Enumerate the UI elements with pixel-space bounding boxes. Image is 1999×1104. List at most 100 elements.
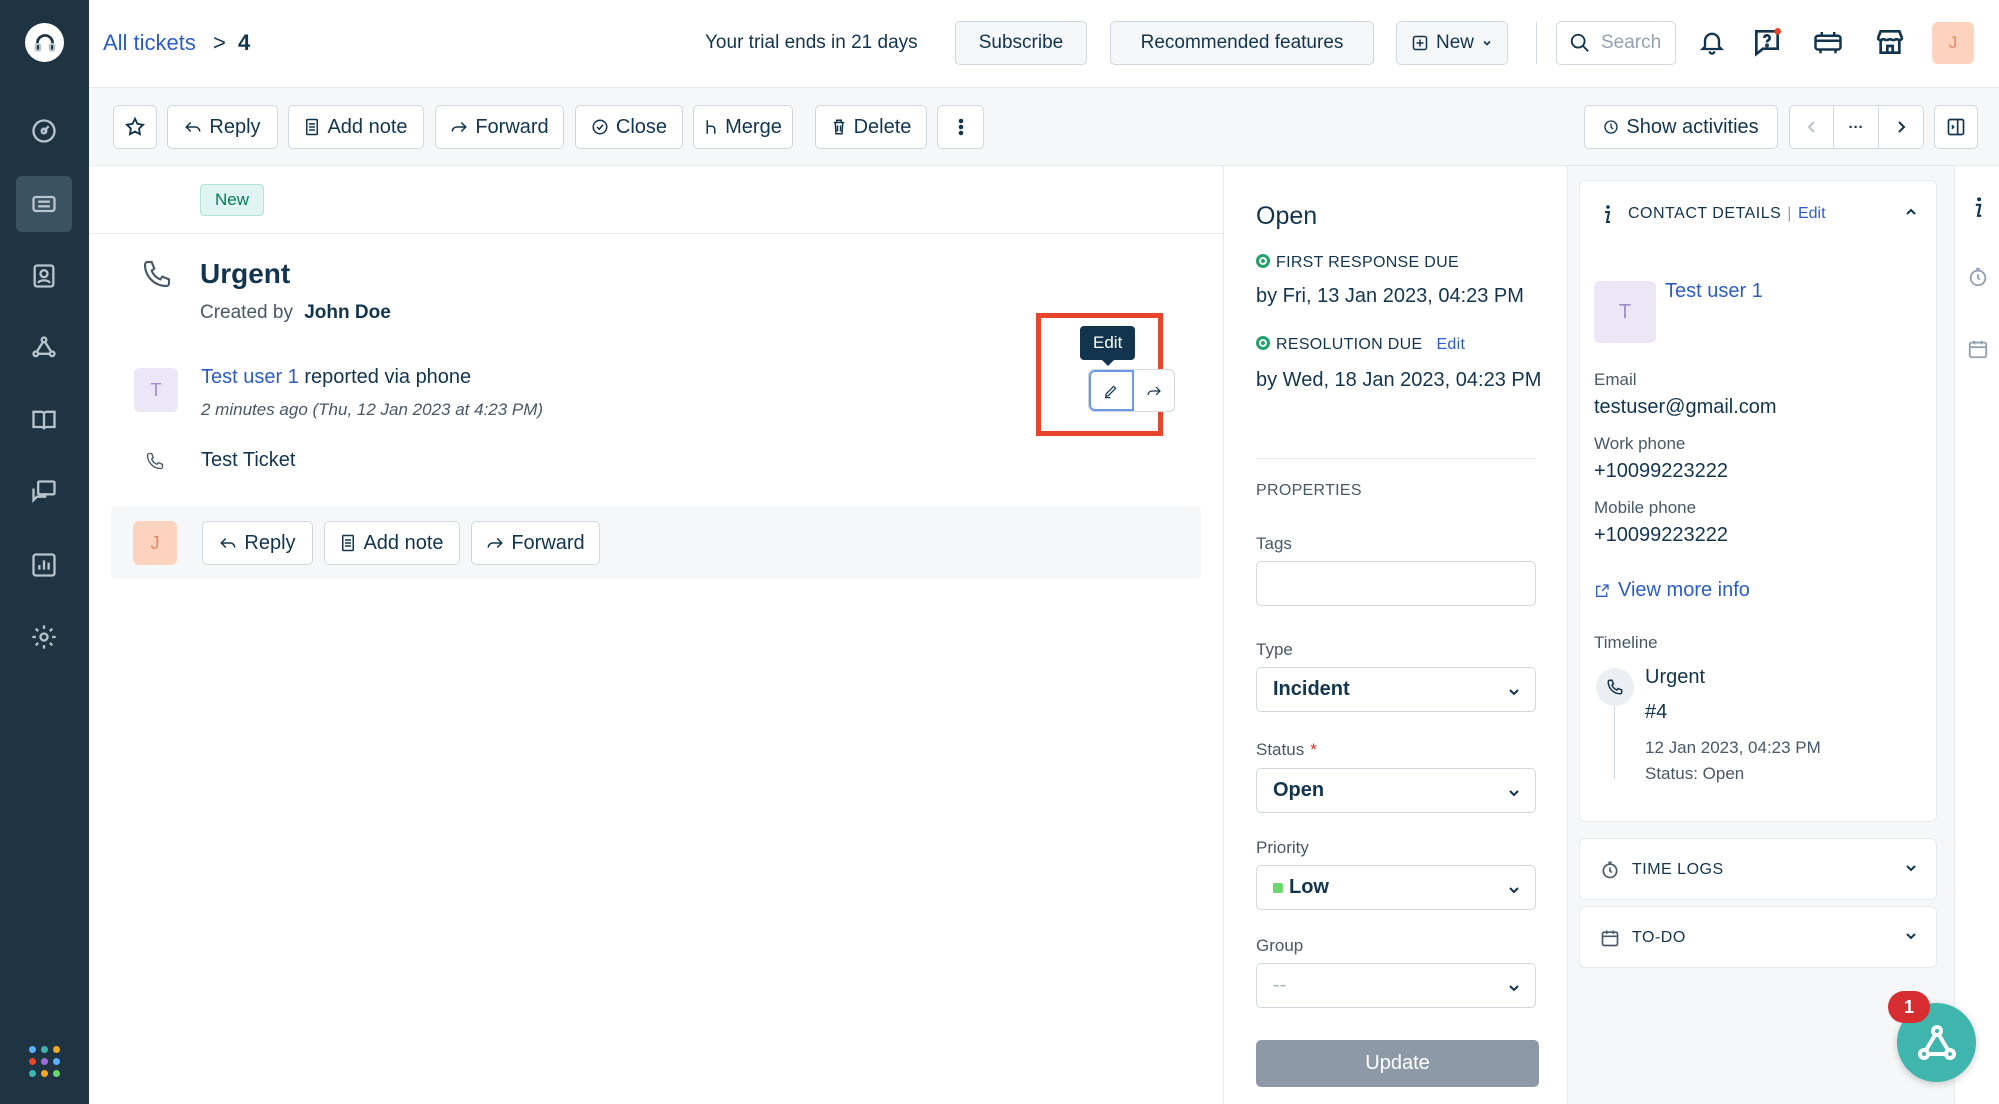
bottom-add-note-label: Add note [363,531,444,554]
info-icon[interactable] [1965,194,1991,220]
previous-ticket-button[interactable] [1790,106,1835,148]
app-switcher-icon[interactable] [29,1046,61,1078]
freshdesk-logo-icon[interactable] [25,23,64,62]
update-button[interactable]: Update [1256,1040,1539,1087]
type-select[interactable]: Incident [1256,667,1536,712]
more-actions-button[interactable] [937,105,984,149]
user-avatar[interactable]: J [1932,22,1974,64]
toggle-sidebar-button[interactable] [1934,105,1978,149]
new-label: New [1435,32,1474,53]
contact-panel: CONTACT DETAILS | Edit T Test user 1 Ema… [1568,166,1954,1104]
merge-button[interactable]: Merge [693,105,793,149]
chevron-up-icon[interactable] [1904,205,1918,224]
ticket-list-button[interactable]: ··· [1834,106,1879,148]
bell-icon[interactable] [1694,24,1730,60]
priority-value: Low [1289,876,1329,898]
time-logs-card[interactable]: TIME LOGS [1579,838,1937,900]
merge-icon [706,120,716,134]
star-button[interactable] [113,105,157,149]
contact-details-header[interactable]: CONTACT DETAILS | Edit [1580,181,1936,246]
timeline-ticket-id[interactable]: #4 [1645,701,1667,724]
close-ticket-button[interactable]: Close [575,105,683,149]
knowledge-base-icon[interactable] [16,392,72,448]
todo-card[interactable]: TO-DO [1579,906,1937,968]
tags-input[interactable] [1256,561,1536,606]
forward-button[interactable]: Forward [435,105,564,149]
forward-message-button[interactable] [1134,370,1175,411]
chevron-down-icon [1904,861,1918,880]
search-input[interactable]: Search [1556,21,1676,65]
status-label: Status * [1256,740,1317,759]
top-bar: All tickets > 4 Your trial ends in 21 da… [89,0,1999,88]
vertical-dots-icon [958,118,963,136]
contact-name-link[interactable]: Test user 1 [1665,280,1763,303]
reported-via: reported via phone [304,366,472,388]
reply-button[interactable]: Reply [167,105,278,149]
pencil-icon [1105,384,1117,398]
widget-network-icon [1917,1024,1956,1060]
forward-icon [451,121,468,133]
priority-select[interactable]: Low [1256,865,1536,910]
announcements-icon[interactable] [1810,24,1846,60]
timeline-line [1614,706,1615,779]
dashboard-icon[interactable] [16,103,72,159]
contact-edit-link[interactable]: Edit [1798,205,1826,223]
new-dropdown-button[interactable]: New [1396,21,1508,65]
contacts-icon[interactable] [16,248,72,304]
edit-message-button[interactable] [1089,370,1134,411]
calendar-icon[interactable] [1965,336,1991,362]
reports-icon[interactable] [16,537,72,593]
ticket-timestamp: 2 minutes ago (Thu, 12 Jan 2023 at 4:23 … [201,400,544,419]
requester-avatar[interactable]: T [134,368,178,412]
note-icon [342,534,355,552]
contact-details-title: CONTACT DETAILS [1628,204,1782,222]
agent-avatar: J [133,521,177,565]
recommended-features-button[interactable]: Recommended features [1110,21,1374,65]
timeline-ticket-title[interactable]: Urgent [1645,666,1705,689]
sla-status-icon [1256,336,1270,350]
resolution-edit-link[interactable]: Edit [1436,336,1465,353]
requester-name-link[interactable]: Test user 1 [201,366,299,388]
resolution-due-label: RESOLUTION DUE Edit [1256,336,1465,354]
bottom-add-note-button[interactable]: Add note [324,521,460,565]
bottom-forward-button[interactable]: Forward [471,521,600,565]
todo-header: TO-DO [1580,907,1936,969]
plus-square-icon [1412,35,1428,51]
required-marker: * [1310,740,1317,759]
add-note-button[interactable]: Add note [288,105,424,149]
chevron-down-icon [1507,880,1521,903]
next-ticket-button[interactable] [1879,106,1923,148]
reply-label: Reply [209,115,261,138]
forums-icon[interactable] [16,464,72,520]
created-by-label: Created by [200,302,293,323]
groups-icon[interactable] [16,320,72,376]
divider [89,233,1223,234]
reply-icon [185,121,201,133]
check-circle-icon [592,119,608,135]
view-more-info-link[interactable]: View more info [1594,579,1750,602]
status-select[interactable]: Open [1256,768,1536,813]
tickets-icon[interactable] [16,176,72,232]
requester-line: Test user 1 reported via phone [201,366,471,389]
priority-color-icon [1273,882,1283,893]
contact-details-card: CONTACT DETAILS | Edit T Test user 1 Ema… [1579,180,1937,822]
stopwatch-icon[interactable] [1965,264,1991,290]
subscribe-button[interactable]: Subscribe [955,21,1087,65]
delete-button[interactable]: Delete [815,105,927,149]
trash-icon [833,119,844,135]
reply-icon [220,537,236,549]
breadcrumb-all-tickets[interactable]: All tickets [103,30,196,56]
group-select[interactable]: -- [1256,963,1536,1008]
first-response-label: FIRST RESPONSE DUE [1256,254,1459,272]
search-icon [1570,33,1589,52]
contact-details-separator: | [1787,204,1792,222]
chevron-down-icon [1507,682,1521,705]
marketplace-icon[interactable] [1872,24,1908,60]
help-icon[interactable] [1749,24,1785,60]
ticket-pager: ··· [1789,105,1924,149]
settings-gear-icon[interactable] [16,609,72,665]
bottom-reply-button[interactable]: Reply [202,521,313,565]
timeline-time: 12 Jan 2023, 04:23 PM [1645,738,1821,757]
work-phone-label: Work phone [1594,434,1686,453]
show-activities-button[interactable]: Show activities [1584,105,1778,149]
